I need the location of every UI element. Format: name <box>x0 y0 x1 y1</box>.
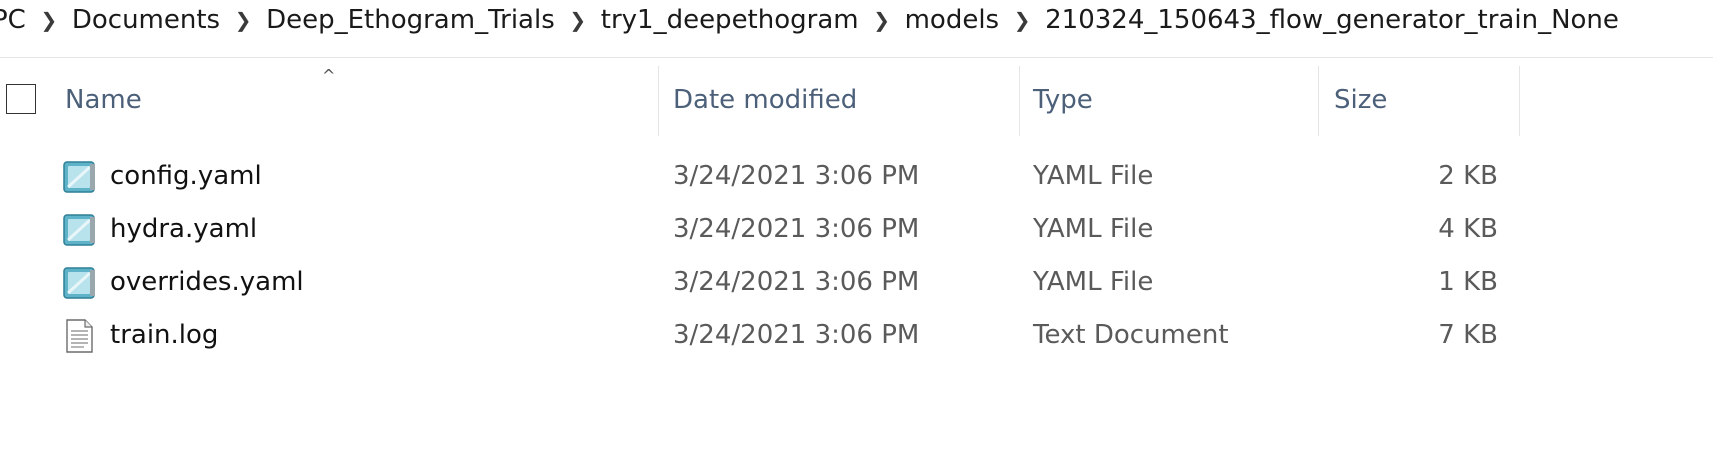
file-name: hydra.yaml <box>110 214 258 244</box>
yaml-file-icon <box>63 214 95 246</box>
breadcrumb-item-try1-deepethogram[interactable]: try1_deepethogram <box>601 5 859 35</box>
breadcrumb-item-models[interactable]: models <box>905 5 1000 35</box>
column-header-type[interactable]: Type <box>1033 80 1093 120</box>
chevron-right-icon[interactable]: ❯ <box>867 8 897 32</box>
breadcrumb-item-pc[interactable]: PC <box>0 5 26 35</box>
file-date-modified: 3/24/2021 3:06 PM <box>673 320 920 350</box>
file-type: YAML File <box>1033 161 1154 191</box>
file-name: config.yaml <box>110 161 262 191</box>
file-type: YAML File <box>1033 214 1154 244</box>
chevron-right-icon[interactable]: ❯ <box>228 8 258 32</box>
file-row[interactable]: overrides.yaml 3/24/2021 3:06 PM YAML Fi… <box>0 256 1713 309</box>
file-size: 4 KB <box>1438 214 1498 244</box>
chevron-right-icon[interactable]: ❯ <box>34 8 64 32</box>
chevron-right-icon[interactable]: ❯ <box>563 8 593 32</box>
breadcrumb-item-current-folder[interactable]: 210324_150643_flow_generator_train_None <box>1045 5 1619 35</box>
select-all-checkbox[interactable] <box>6 84 36 114</box>
column-resize-handle[interactable] <box>658 66 659 136</box>
yaml-file-icon <box>63 267 95 299</box>
file-size: 1 KB <box>1438 267 1498 297</box>
divider <box>0 57 1713 58</box>
chevron-right-icon[interactable]: ❯ <box>1007 8 1037 32</box>
column-resize-handle[interactable] <box>1318 66 1319 136</box>
column-resize-handle[interactable] <box>1019 66 1020 136</box>
file-explorer: PC ❯ Documents ❯ Deep_Ethogram_Trials ❯ … <box>0 0 1713 460</box>
file-date-modified: 3/24/2021 3:06 PM <box>673 214 920 244</box>
file-name: train.log <box>110 320 219 350</box>
breadcrumb-item-documents[interactable]: Documents <box>72 5 220 35</box>
file-row[interactable]: hydra.yaml 3/24/2021 3:06 PM YAML File 4… <box>0 203 1713 256</box>
file-row[interactable]: train.log 3/24/2021 3:06 PM Text Documen… <box>0 309 1713 362</box>
column-header-row: ^ Name Date modified Type Size <box>0 62 1713 136</box>
breadcrumb-item-deep-ethogram-trials[interactable]: Deep_Ethogram_Trials <box>266 5 555 35</box>
sort-ascending-icon: ^ <box>322 66 336 85</box>
text-document-icon <box>66 319 93 353</box>
column-header-name[interactable]: Name <box>65 80 142 120</box>
file-size: 2 KB <box>1438 161 1498 191</box>
column-header-size[interactable]: Size <box>1334 80 1387 120</box>
file-row[interactable]: config.yaml 3/24/2021 3:06 PM YAML File … <box>0 150 1713 203</box>
column-header-date-modified[interactable]: Date modified <box>673 80 857 120</box>
file-type: YAML File <box>1033 267 1154 297</box>
file-date-modified: 3/24/2021 3:06 PM <box>673 161 920 191</box>
yaml-file-icon <box>63 161 95 193</box>
breadcrumb: PC ❯ Documents ❯ Deep_Ethogram_Trials ❯ … <box>0 0 1713 40</box>
file-date-modified: 3/24/2021 3:06 PM <box>673 267 920 297</box>
file-size: 7 KB <box>1438 320 1498 350</box>
column-resize-handle[interactable] <box>1519 66 1520 136</box>
file-name: overrides.yaml <box>110 267 304 297</box>
